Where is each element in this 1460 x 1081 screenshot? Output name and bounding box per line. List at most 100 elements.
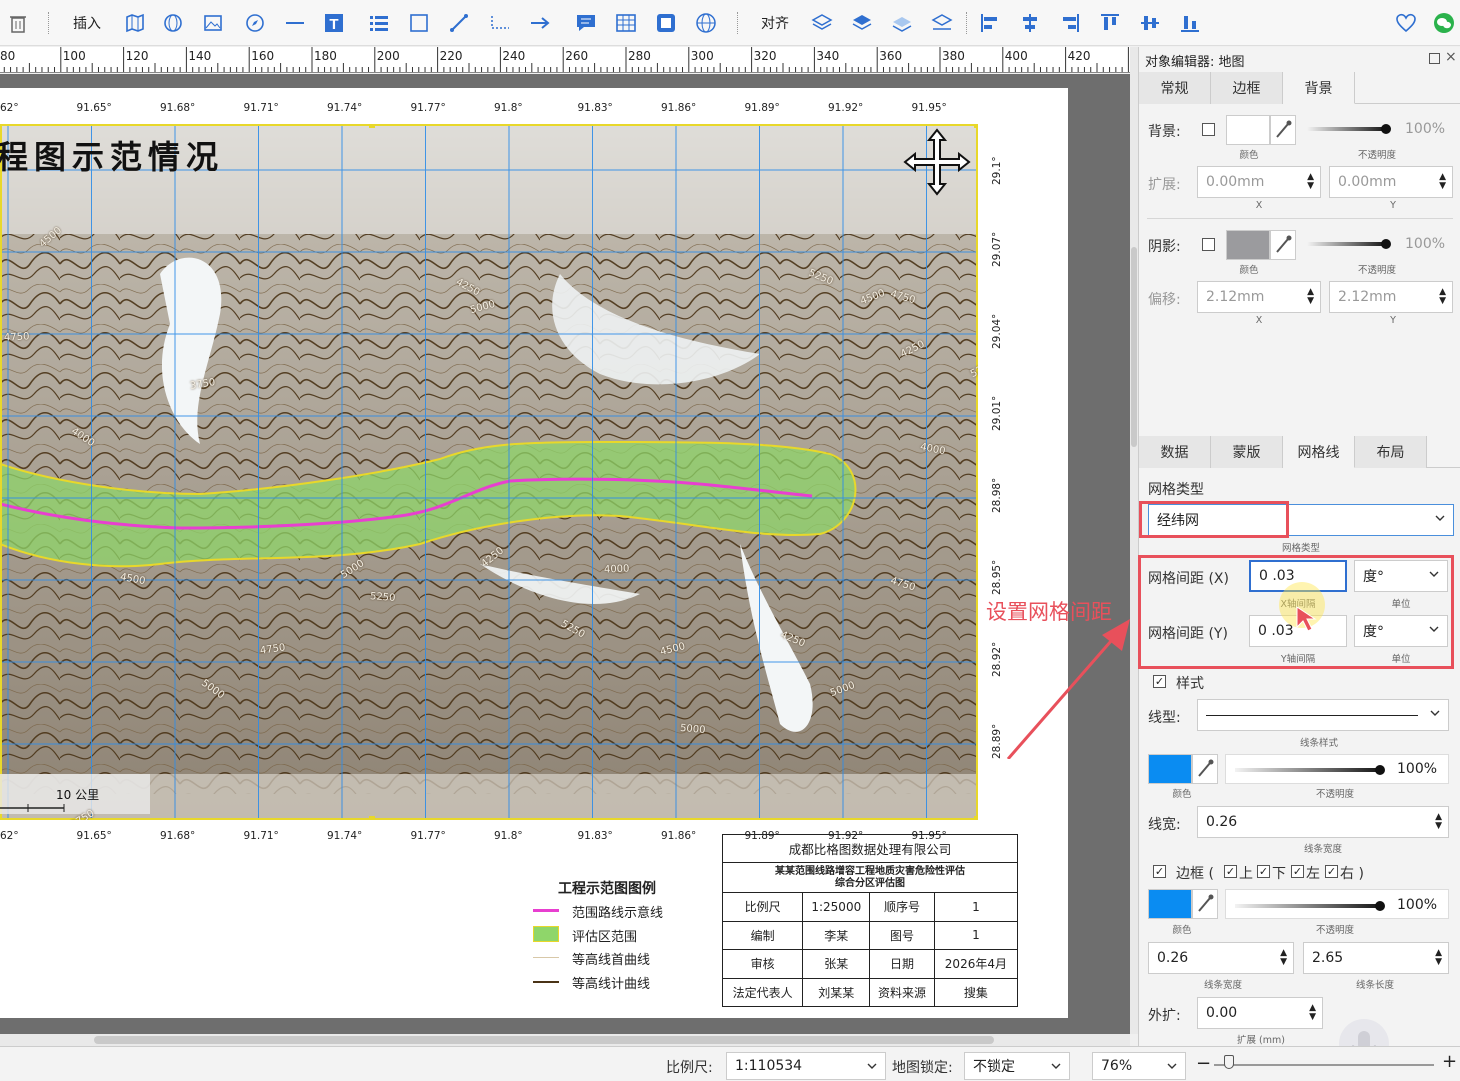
background-color-swatch[interactable] [1226, 115, 1270, 145]
grid-x-unit-sublabel: 单位 [1391, 599, 1411, 610]
align-left-icon[interactable] [976, 9, 1004, 37]
frame-icon[interactable] [652, 9, 680, 37]
spinner-icon[interactable]: ▲ ▼ [1435, 949, 1442, 967]
spinner-icon[interactable]: ▲ ▼ [1307, 173, 1314, 191]
spinner-icon[interactable]: ▲ ▼ [1439, 288, 1446, 306]
globe-icon[interactable] [160, 9, 186, 37]
shadow-opacity-knob[interactable] [1381, 239, 1391, 249]
map-frame[interactable]: 程图示范情况 10 公里 4500 4750 4000 3750 4250 5000 525… [0, 124, 978, 820]
border-width-input[interactable]: 0.26 ▲ ▼ [1148, 942, 1294, 974]
restore-icon[interactable] [1429, 53, 1440, 64]
vertical-scrollbar[interactable] [1130, 47, 1138, 1034]
align-middle-icon[interactable] [1136, 9, 1164, 37]
border-eyedropper-icon[interactable] [1192, 889, 1218, 919]
tab-general[interactable]: 常规 [1139, 72, 1211, 104]
list-icon[interactable] [366, 9, 392, 37]
shadow-eyedropper-icon[interactable] [1270, 230, 1296, 260]
zoom-select[interactable]: 76% [1092, 1052, 1186, 1080]
heart-icon[interactable] [1392, 9, 1420, 37]
grid-opacity-slider[interactable] [1235, 768, 1383, 772]
image-icon[interactable] [200, 9, 226, 37]
align-top-icon[interactable] [1096, 9, 1124, 37]
insert-button[interactable]: 插入 [70, 9, 104, 37]
arrow-icon[interactable] [526, 9, 554, 37]
zoom-in-icon[interactable]: + [1442, 1051, 1457, 1072]
align-center-icon[interactable] [1016, 9, 1044, 37]
shadow-opacity-slider[interactable] [1307, 242, 1387, 246]
main-toolbar: 插入 T 对齐 [0, 0, 1460, 46]
earth-icon[interactable] [692, 9, 720, 37]
shadow-checkbox[interactable] [1202, 238, 1215, 251]
zoom-slider-knob[interactable] [1224, 1055, 1234, 1069]
offset-y-input[interactable]: 2.12mm ▲ ▼ [1329, 281, 1453, 313]
border-checkbox[interactable]: ✓ [1153, 865, 1166, 878]
tab-border[interactable]: 边框 [1211, 72, 1283, 104]
style-checkbox[interactable]: ✓ [1153, 675, 1166, 688]
align-bottom-icon[interactable] [1176, 9, 1204, 37]
grid-x-label: 网格间距 (X) [1148, 571, 1229, 587]
linewidth-input[interactable]: 0.26 ▲ ▼ [1197, 806, 1449, 838]
border-opacity-slider[interactable] [1235, 904, 1383, 908]
spinner-icon[interactable]: ▲ ▼ [1309, 1004, 1316, 1022]
trash-icon[interactable] [6, 9, 30, 37]
border-right-checkbox[interactable]: ✓ [1325, 865, 1338, 878]
spinner-icon[interactable]: ▲ ▼ [1280, 949, 1287, 967]
close-icon[interactable]: × [1445, 49, 1457, 65]
scale-select[interactable]: 1:110534 [726, 1052, 886, 1080]
zoom-out-icon[interactable]: − [1196, 1053, 1211, 1074]
align-label: 对齐 [761, 16, 789, 32]
table-icon[interactable] [612, 9, 640, 37]
border-top-checkbox[interactable]: ✓ [1224, 865, 1237, 878]
tab-mask[interactable]: 蒙版 [1211, 436, 1283, 468]
border-bottom-checkbox[interactable]: ✓ [1257, 865, 1270, 878]
layer-up-icon[interactable] [808, 9, 836, 37]
spinner-icon[interactable]: ▲ ▼ [1307, 288, 1314, 306]
contour-label: 5250 [369, 591, 396, 604]
compass-icon[interactable] [242, 9, 268, 37]
tab-background[interactable]: 背景 [1283, 72, 1355, 104]
background-opacity-value: 100% [1405, 121, 1446, 137]
expand-y-input[interactable]: 0.00mm ▲ ▼ [1329, 166, 1453, 198]
comment-icon[interactable] [572, 9, 600, 37]
grid-y-unit-select[interactable]: 度° [1354, 615, 1448, 647]
grid-opacity-knob[interactable] [1375, 765, 1385, 775]
background-opacity-knob[interactable] [1381, 124, 1391, 134]
offset-x-input[interactable]: 2.12mm ▲ ▼ [1197, 281, 1321, 313]
chevron-down-icon [867, 1063, 877, 1069]
tab-data[interactable]: 数据 [1139, 436, 1211, 468]
map-icon[interactable] [122, 9, 148, 37]
border-opacity-knob[interactable] [1375, 901, 1385, 911]
border-left-checkbox[interactable]: ✓ [1291, 865, 1304, 878]
text-icon[interactable]: T [320, 9, 348, 37]
grid-eyedropper-icon[interactable] [1192, 754, 1218, 784]
line-icon[interactable] [282, 9, 308, 37]
layer-top-icon[interactable] [888, 9, 916, 37]
background-opacity-slider[interactable] [1307, 127, 1387, 131]
horizontal-scrollbar[interactable] [0, 1034, 1130, 1046]
spinner-icon[interactable]: ▲ ▼ [1435, 813, 1442, 831]
grid-color-swatch[interactable] [1148, 754, 1192, 784]
tab-gridlines[interactable]: 网格线 [1283, 436, 1355, 468]
zoom-slider[interactable] [1214, 1064, 1434, 1066]
layer-down-icon[interactable] [848, 9, 876, 37]
linetype-select[interactable] [1197, 699, 1449, 731]
pen-icon[interactable] [446, 9, 472, 37]
outer-input[interactable]: 0.00 ▲ ▼ [1197, 997, 1323, 1029]
shadow-color-swatch[interactable] [1226, 230, 1270, 260]
expand-x-input[interactable]: 0.00mm ▲ ▼ [1197, 166, 1321, 198]
layer-bottom-icon[interactable] [928, 9, 956, 37]
background-checkbox[interactable] [1202, 123, 1215, 136]
align-right-icon[interactable] [1056, 9, 1084, 37]
lock-select[interactable]: 不锁定 [964, 1052, 1070, 1080]
tab-layout[interactable]: 布局 [1355, 436, 1427, 468]
wechat-icon[interactable] [1430, 9, 1458, 37]
spinner-icon[interactable]: ▲ ▼ [1439, 173, 1446, 191]
border-color-swatch[interactable] [1148, 889, 1192, 919]
map-canvas[interactable]: 62° 91.65° 91.68° 91.71° 91.74° 91.77° 91.8° 91… [0, 74, 1130, 1034]
align-button[interactable]: 对齐 [756, 9, 794, 37]
border-length-input[interactable]: 2.65 ▲ ▼ [1303, 942, 1449, 974]
dotted-line-icon[interactable] [486, 9, 514, 37]
grid-x-unit-select[interactable]: 度° [1354, 560, 1448, 592]
rectangle-icon[interactable] [406, 9, 432, 37]
background-eyedropper-icon[interactable] [1270, 115, 1296, 145]
